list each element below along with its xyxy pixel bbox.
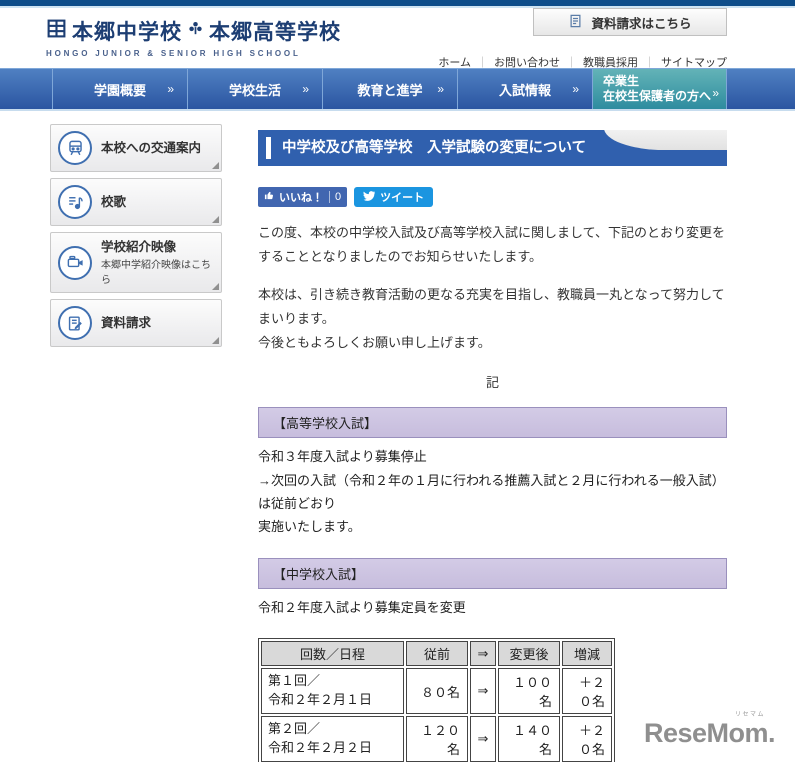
sidebar-item-sublabel: 本郷中学紹介映像はこちら [101, 260, 211, 287]
section-body-highschool: 令和３年度入試より募集停止 →次回の入試（令和２年の１月に行われる推薦入試と２月… [258, 449, 725, 535]
thumbs-up-icon [264, 190, 275, 204]
section-heading-juniorhigh: 【中学校入試】 [258, 557, 727, 589]
nav-item-admissions[interactable]: 入試情報 » [457, 69, 592, 109]
chevron-right-icon: » [437, 82, 444, 96]
cell-before: １２０名 [406, 716, 468, 762]
table-row: 第１回／ 令和２年２月１日 ８０名 ⇒ １００名 ＋２０名 [261, 668, 612, 715]
ki-marker: 記 [485, 375, 499, 391]
cell-before: ８０名 [406, 668, 468, 715]
document-icon [568, 13, 583, 32]
top-strip [0, 0, 795, 8]
page-title-bar: 中学校及び高等学校 入学試験の変更について [258, 130, 727, 166]
page-title: 中学校及び高等学校 入学試験の変更について [282, 140, 587, 156]
cell-arrow: ⇒ [470, 716, 496, 762]
sidebar: 本校への交通案内 校歌 学校紹介映像 本郷中学紹介映像はこちら 資料請求 [50, 124, 222, 353]
capacity-change-table: 回数／日程 従前 ⇒ 変更後 増減 第１回／ 令和２年２月１日 ８０名 ⇒ １０… [258, 638, 615, 762]
nav-label: 入試情報 [498, 82, 551, 98]
sidebar-item-label: 学校紹介映像 [101, 240, 177, 254]
video-camera-icon [58, 245, 92, 280]
link-home[interactable]: ホーム [438, 54, 471, 70]
document-pen-icon [58, 306, 92, 341]
cell-diff: ＋２０名 [562, 716, 612, 762]
resemom-logo: リセマム ReseMom. [643, 712, 776, 748]
document-request-label: 資料請求はこちら [591, 16, 692, 31]
school-name-senior: 本郷高等学校 [209, 20, 341, 44]
chevron-right-icon: » [572, 82, 579, 96]
page: 本郷中学校 本郷高等学校 HONGO JUNIOR & SENIOR HIGH … [0, 0, 795, 762]
school-name-english: HONGO JUNIOR & SENIOR HIGH SCHOOL [46, 49, 301, 58]
link-separator: ｜ [566, 57, 577, 69]
tweet-button[interactable]: ツイート [354, 187, 434, 207]
chevron-right-icon: » [167, 82, 174, 96]
col-header-after: 変更後 [498, 641, 560, 667]
col-header-schedule: 回数／日程 [261, 641, 404, 667]
cell-after: １００名 [498, 668, 560, 715]
cell-after: １４０名 [498, 716, 560, 762]
main-content: 中学校及び高等学校 入学試験の変更について いいね！ 0 ツイート この度、本校… [258, 130, 727, 762]
like-count: 0 [329, 191, 341, 203]
resemom-logo-ruby: リセマム [734, 712, 765, 718]
col-header-arrow: ⇒ [470, 641, 496, 667]
cell-schedule: 第１回／ 令和２年２月１日 [261, 668, 404, 715]
sidebar-item-label: 校歌 [101, 194, 127, 209]
cell-schedule: 第２回／ 令和２年２月２日 [261, 716, 404, 762]
school-emblem-icon [46, 18, 67, 44]
sidebar-item-intro-video[interactable]: 学校紹介映像 本郷中学紹介映像はこちら [50, 232, 222, 294]
section-body-juniorhigh: 令和２年度入試より募集定員を変更 [258, 599, 466, 615]
link-contact[interactable]: お問い合わせ [494, 54, 560, 70]
table-header-row: 回数／日程 従前 ⇒ 変更後 増減 [261, 641, 612, 667]
chevron-right-icon: » [712, 86, 719, 100]
cell-arrow: ⇒ [470, 668, 496, 715]
nav-label: 教育と進学 [357, 82, 423, 98]
col-header-before: 従前 [406, 641, 468, 667]
like-label: いいね！ [279, 192, 323, 204]
sidebar-item-access[interactable]: 本校への交通案内 [50, 124, 222, 172]
site-header: 本郷中学校 本郷高等学校 HONGO JUNIOR & SENIOR HIGH … [0, 8, 795, 70]
utility-links: ホーム ｜ お問い合わせ ｜ 教職員採用 ｜ サイトマップ [438, 54, 727, 70]
sidebar-item-label: 資料請求 [101, 316, 152, 331]
document-request-button[interactable]: 資料請求はこちら [533, 8, 727, 36]
nav-label: 学校生活 [228, 82, 281, 98]
school-name-junior: 本郷中学校 [72, 20, 182, 44]
train-icon [58, 131, 92, 165]
col-header-diff: 増減 [562, 641, 612, 667]
link-separator: ｜ [644, 57, 655, 69]
section-heading-highschool: 【高等学校入試】 [258, 407, 727, 439]
table-row: 第２回／ 令和２年２月２日 １２０名 ⇒ １４０名 ＋２０名 [261, 716, 612, 762]
nav-label: 学園概要 [93, 82, 146, 98]
nav-item-education[interactable]: 教育と進学 » [322, 69, 457, 109]
twitter-bird-icon [363, 190, 376, 205]
school-crest-icon [187, 20, 204, 42]
announcement-paragraph-1: この度、本校の中学校入試及び高等学校入試に関しまして、下記のとおり変更をすること… [258, 225, 725, 265]
nav-item-school-life[interactable]: 学校生活 » [187, 69, 322, 109]
link-recruit[interactable]: 教職員採用 [583, 54, 638, 70]
link-separator: ｜ [477, 57, 488, 69]
sidebar-item-school-song[interactable]: 校歌 [50, 178, 222, 226]
social-buttons: いいね！ 0 ツイート [258, 187, 727, 207]
global-nav: 学園概要 » 学校生活 » 教育と進学 » 入試情報 » 卒業生 在校生保護者の… [0, 68, 795, 111]
announcement-paragraph-2: 本校は、引き続き教育活動の更なる充実を目指し、教職員一丸となって努力してまいりま… [258, 287, 725, 351]
chevron-right-icon: » [302, 82, 309, 96]
link-sitemap[interactable]: サイトマップ [661, 54, 727, 70]
facebook-like-button[interactable]: いいね！ 0 [258, 187, 348, 207]
cell-diff: ＋２０名 [562, 668, 612, 715]
resemom-logo-text: ReseMom. [643, 718, 776, 748]
music-note-icon [58, 185, 92, 219]
nav-item-alumni-parents[interactable]: 卒業生 在校生保護者の方へ » [592, 69, 726, 109]
sidebar-item-label: 本校への交通案内 [101, 140, 202, 155]
nav-label: 卒業生 在校生保護者の方へ [603, 74, 712, 103]
site-logo[interactable]: 本郷中学校 本郷高等学校 HONGO JUNIOR & SENIOR HIGH … [46, 16, 341, 58]
tweet-label: ツイート [380, 192, 425, 204]
nav-filler [726, 69, 795, 109]
sidebar-item-brochure-request[interactable]: 資料請求 [50, 299, 222, 348]
nav-item-overview[interactable]: 学園概要 » [52, 69, 187, 109]
